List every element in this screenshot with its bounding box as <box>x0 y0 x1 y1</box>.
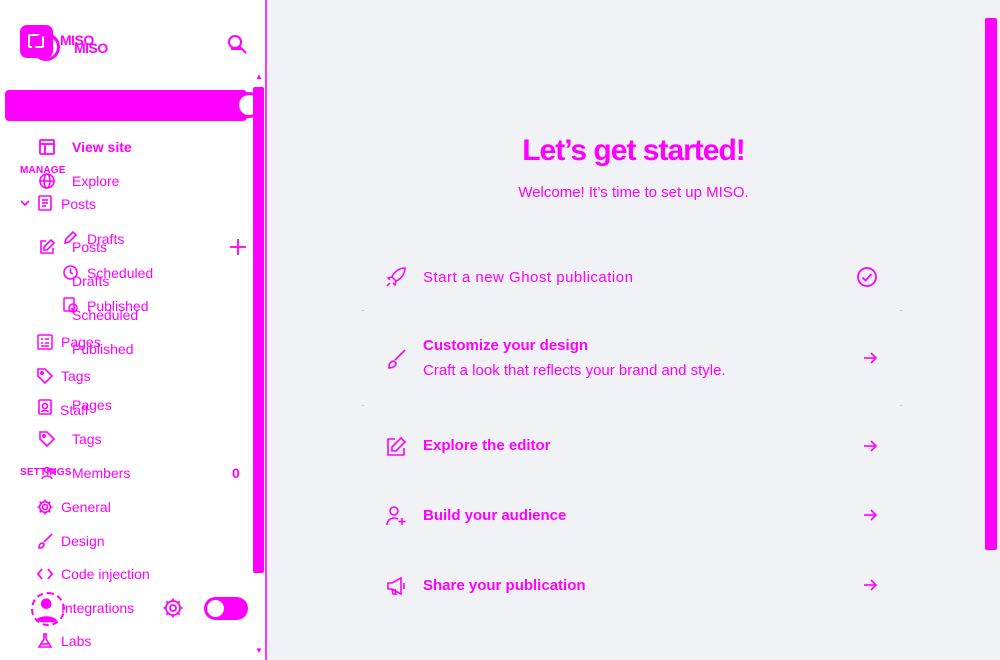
members-count: 0 <box>232 465 240 481</box>
pages-icon <box>36 333 54 351</box>
add-post-icon[interactable] <box>229 238 247 256</box>
arrow-right-icon[interactable] <box>862 577 878 593</box>
brush-icon <box>385 348 407 370</box>
nav-code-injection[interactable]: Code injection <box>61 566 150 582</box>
nav-drafts-echo: Drafts <box>72 273 110 289</box>
nav-view-site[interactable]: View site <box>72 139 132 155</box>
step-explore-editor[interactable]: Explore the editor <box>423 437 551 454</box>
arrow-right-icon[interactable] <box>862 350 878 366</box>
rocket-icon <box>385 266 407 288</box>
members-icon <box>41 466 57 480</box>
brush-icon <box>36 532 54 550</box>
main-content: Let’s get started! Welcome! It’s time to… <box>267 0 1000 660</box>
nav-posts[interactable]: Posts <box>61 196 96 212</box>
scroll-up-icon[interactable]: ▲ <box>255 73 263 81</box>
nav-staff[interactable]: Staff <box>60 402 89 418</box>
edit-icon <box>38 238 56 256</box>
edit-icon <box>385 436 407 458</box>
arrow-right-icon[interactable] <box>862 507 878 523</box>
flask-icon <box>36 632 54 650</box>
step-share-publication[interactable]: Share your publication <box>423 577 586 594</box>
code-icon <box>36 565 54 583</box>
globe-icon <box>38 172 56 190</box>
nav-explore[interactable]: Explore <box>72 173 119 189</box>
nav-tags-echo: Tags <box>72 431 102 447</box>
add-user-icon <box>385 505 407 527</box>
search-icon[interactable] <box>226 33 248 57</box>
nav-tags[interactable]: Tags <box>61 368 91 384</box>
divider <box>900 310 902 311</box>
page-title: Let’s get started! <box>522 134 746 167</box>
active-nav-highlight[interactable] <box>5 90 247 121</box>
settings-gear-icon[interactable] <box>162 597 184 619</box>
step-build-audience[interactable]: Build your audience <box>423 507 566 524</box>
divider <box>362 405 364 406</box>
staff-icon <box>36 398 54 416</box>
gear-icon <box>36 498 54 516</box>
theme-toggle[interactable] <box>204 597 248 620</box>
site-name-echo: MISO <box>74 40 108 56</box>
step-customize-design[interactable]: Customize your design <box>423 337 588 354</box>
divider <box>900 405 902 406</box>
window-icon <box>38 138 56 156</box>
arrow-right-icon[interactable] <box>862 438 878 454</box>
nav-members[interactable]: Members <box>72 465 130 481</box>
megaphone-icon <box>385 575 407 597</box>
sidebar: MISO MISO View site MANAGE Explore Posts… <box>0 0 267 660</box>
nav-integrations[interactable]: Integrations <box>61 600 134 616</box>
tag-icon <box>36 367 54 385</box>
scroll-down-icon[interactable]: ▼ <box>255 647 263 655</box>
check-circle-icon <box>856 266 878 288</box>
main-scroll-thumb[interactable] <box>985 18 997 550</box>
chevron-down-icon[interactable] <box>19 196 31 208</box>
sidebar-scroll-thumb[interactable] <box>253 87 264 573</box>
nav-posts-echo: Posts <box>72 239 108 255</box>
divider <box>362 310 364 311</box>
nav-design[interactable]: Design <box>61 533 105 549</box>
nav-published-echo: Published <box>72 341 134 357</box>
nav-general[interactable]: General <box>61 499 111 515</box>
nav-scheduled-echo: Scheduled <box>72 307 139 323</box>
tag-echo-icon <box>38 430 56 448</box>
logo-ring-icon <box>32 33 60 61</box>
step-start-publication[interactable]: Start a new Ghost publication <box>423 269 633 286</box>
avatar[interactable] <box>31 592 65 626</box>
nav-labs[interactable]: Labs <box>61 633 91 649</box>
step-customize-description: Craft a look that reflects your brand an… <box>423 362 726 379</box>
posts-icon <box>36 194 54 212</box>
page-subtitle: Welcome! It’s time to set up MISO. <box>518 184 749 201</box>
